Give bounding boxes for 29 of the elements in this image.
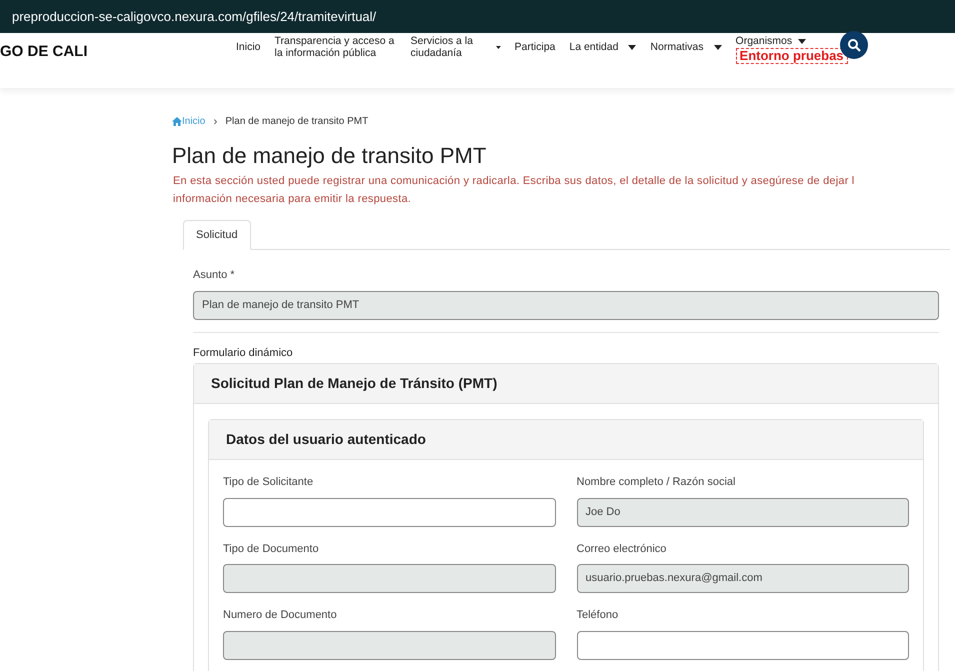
tab[interactable]: Solicitud xyxy=(183,220,251,250)
nav-link[interactable]: Transparencia y acceso a la información pública xyxy=(274,35,397,59)
field-label: Tipo de Solicitante xyxy=(223,475,314,490)
field-label: Teléfono xyxy=(576,608,620,623)
input-field[interactable] xyxy=(576,630,909,660)
nav-link[interactable]: Organismos xyxy=(736,35,806,47)
field-label: Formulario dinámico xyxy=(193,346,294,360)
card-title: Solicitud Plan de Manejo de Tránsito (PMT) xyxy=(194,364,938,404)
section-title: Datos del usuario autenticado xyxy=(209,420,923,460)
field-label: Nombre completo / Razón social xyxy=(576,475,736,490)
site-logo: GO DE CALI xyxy=(0,42,89,62)
nav-link[interactable]: La entidad xyxy=(569,41,636,53)
field-label: Numero de Documento xyxy=(223,608,338,623)
intro-text: En esta sección usted puede registrar una comunicación y radicarla. Escriba sus datos, el detalle de la solicitud y asegúrese de dejar l xyxy=(173,174,854,189)
breadcrumb-separator: › xyxy=(212,113,218,130)
nav-link[interactable]: Inicio xyxy=(236,41,261,53)
field-label: Asunto * xyxy=(193,268,236,283)
breadcrumb-current: Plan de manejo de transito PMT xyxy=(225,114,368,128)
field-label: Tipo de Documento xyxy=(223,542,320,556)
home-icon xyxy=(172,116,182,126)
nav-link[interactable]: Participa xyxy=(514,41,556,53)
field-label: Correo electrónico xyxy=(576,542,668,556)
input-field[interactable] xyxy=(223,498,556,526)
nav-link[interactable]: Normativas xyxy=(650,41,722,53)
nav-link[interactable]: Servicios a la ciudadanía xyxy=(410,35,501,59)
address-url: preproduccion-se-caligovco.nexura.com/gfiles/24/tramitevirtual/ xyxy=(12,8,376,26)
intro-text: información necesaria para emitir la respuesta. xyxy=(173,192,412,207)
search-icon xyxy=(846,38,861,52)
page-title: Plan de manejo de transito PMT xyxy=(172,142,488,170)
